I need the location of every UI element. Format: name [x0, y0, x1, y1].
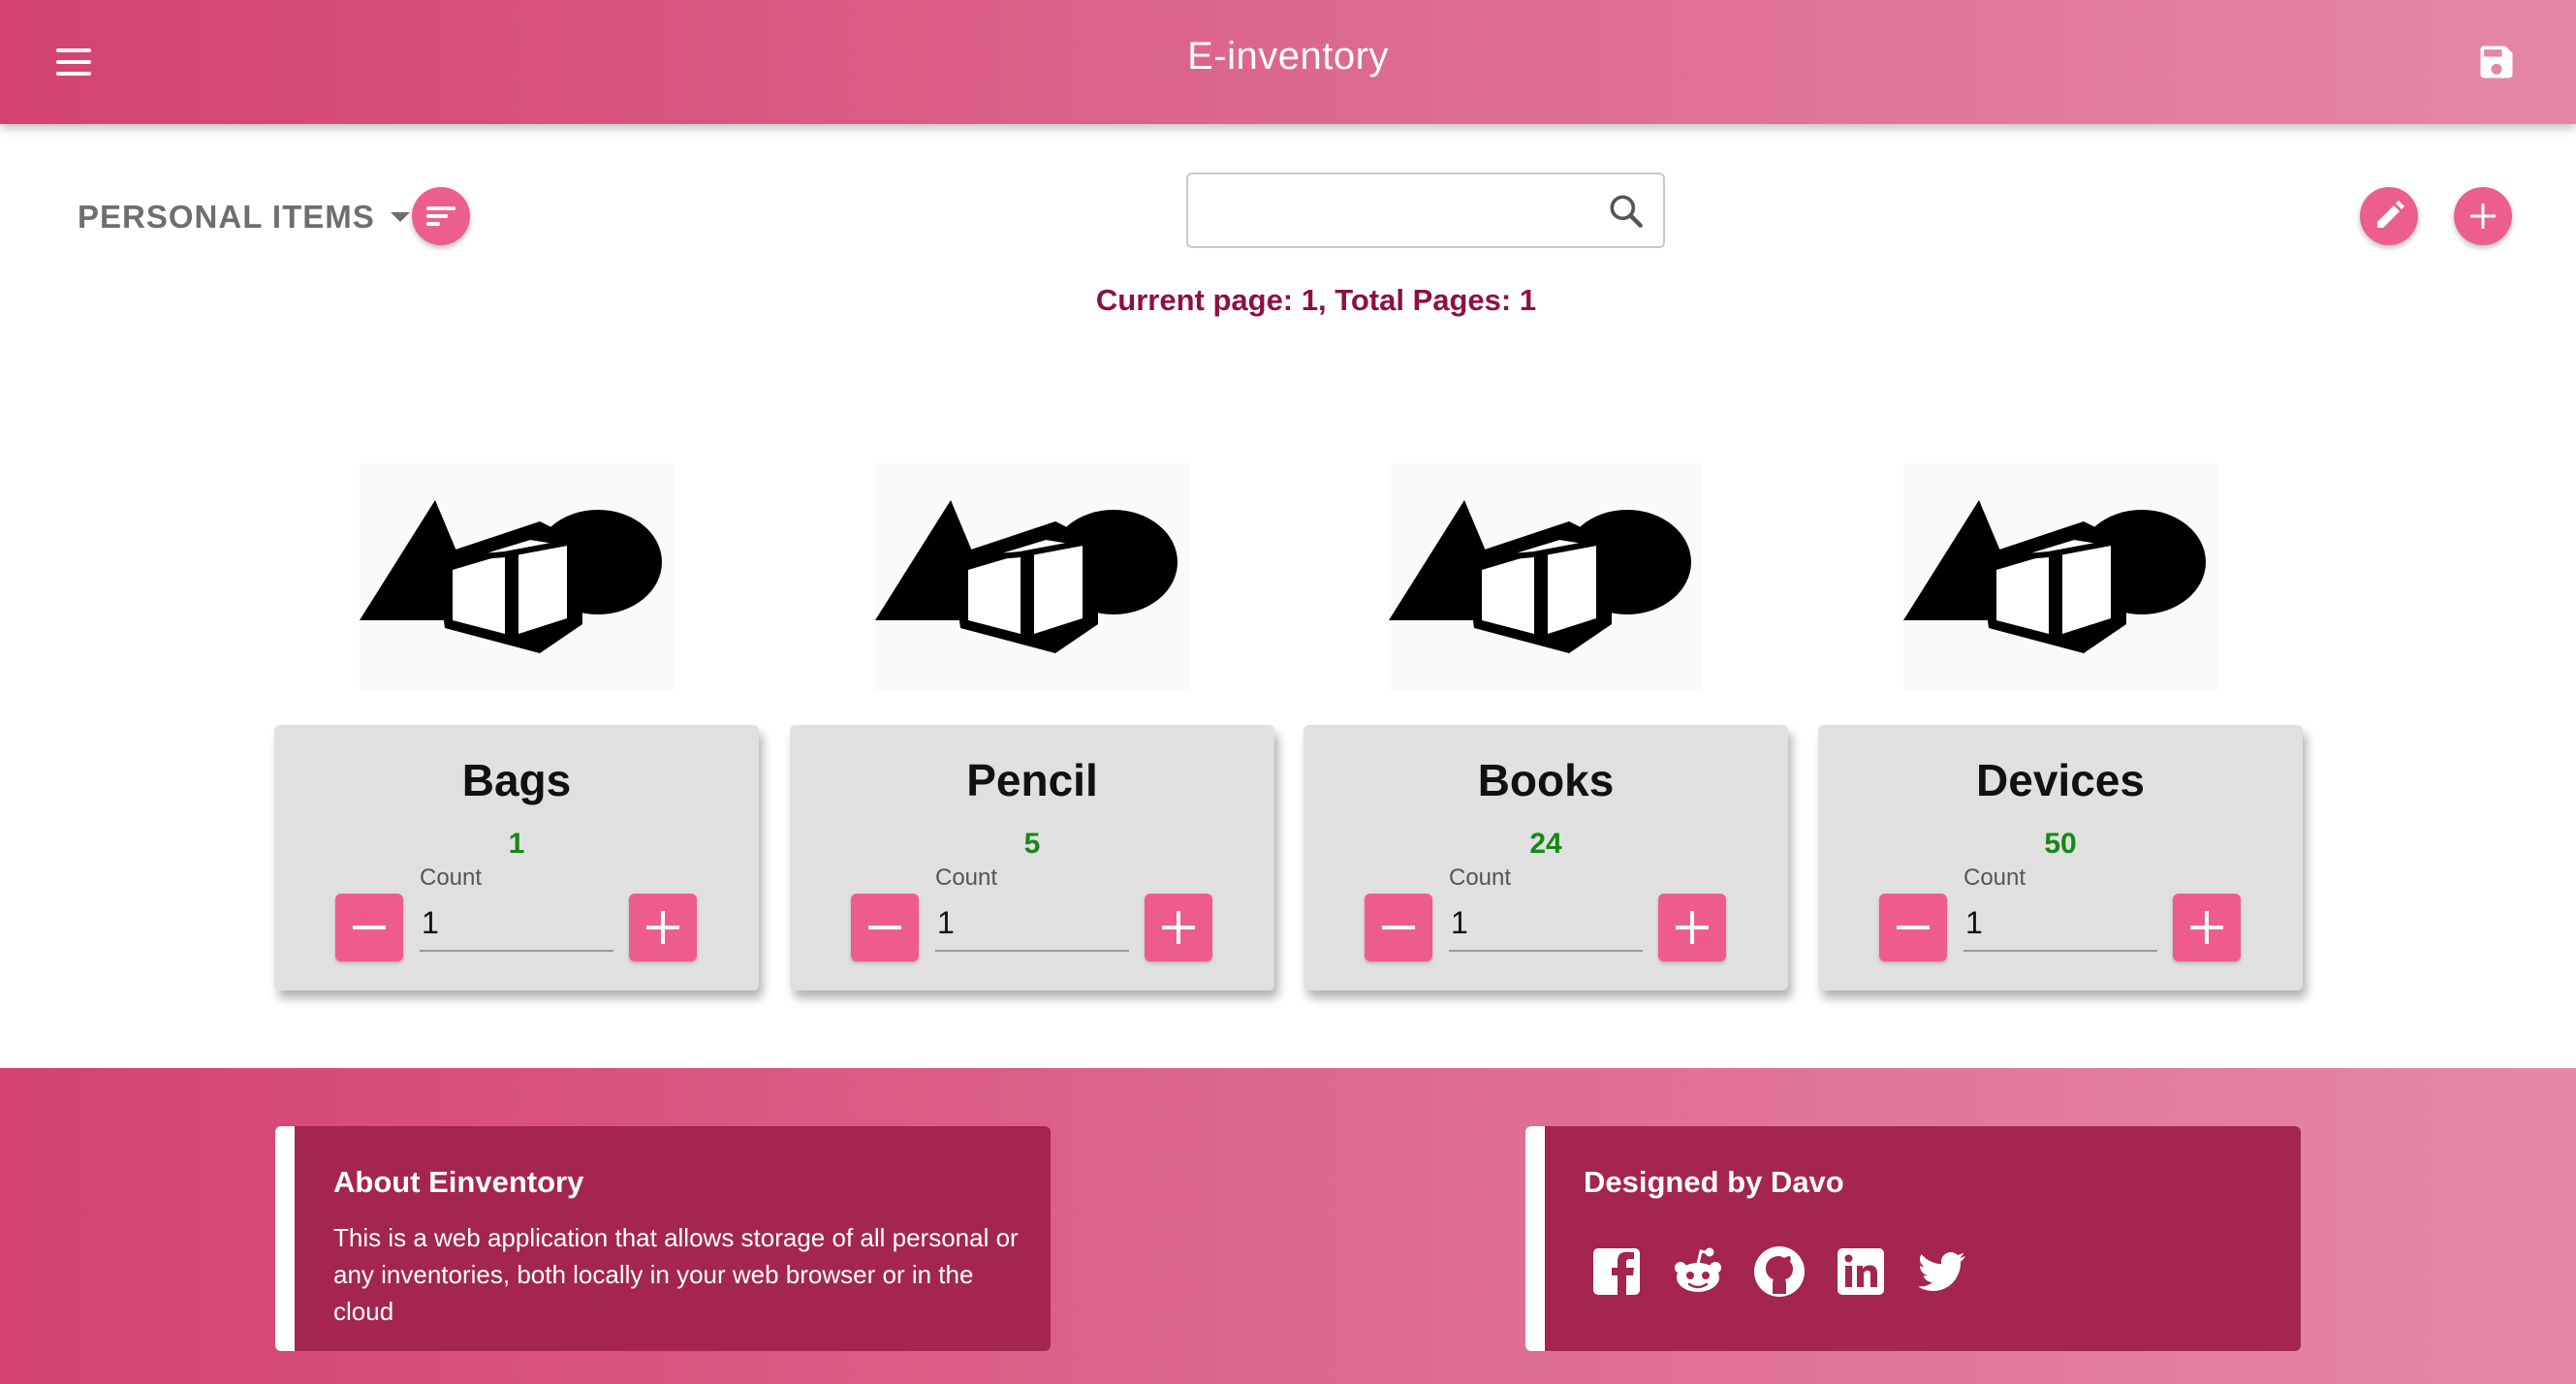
sort-icon — [426, 206, 456, 226]
item-name: Devices — [1976, 755, 2145, 805]
decrement-button[interactable] — [1879, 894, 1947, 961]
count-input[interactable] — [935, 896, 1129, 952]
count-input[interactable] — [1963, 896, 2157, 952]
count-label: Count — [1449, 865, 1512, 891]
item-total: 5 — [1023, 828, 1041, 860]
item-card: Books 24 Count — [1304, 463, 1788, 991]
page-info: Current page: 1, Total Pages: 1 — [1095, 283, 1537, 317]
designer-card: Designed by Davo — [1525, 1126, 2301, 1351]
item-name: Pencil — [966, 755, 1098, 805]
item-details: Pencil 5 Count — [790, 725, 1274, 991]
about-title: About Einventory — [333, 1165, 584, 1199]
item-details: Books 24 Count — [1304, 725, 1788, 991]
item-total: 50 — [2044, 828, 2077, 860]
minus-icon — [1897, 926, 1930, 929]
app-title: E-inventory — [1187, 35, 1389, 78]
increment-button[interactable] — [2173, 894, 2241, 961]
category-dropdown[interactable]: PERSONAL ITEMS — [78, 194, 410, 240]
minus-icon — [868, 926, 901, 929]
minus-icon — [1382, 926, 1415, 929]
shapes-icon — [360, 500, 662, 653]
social-links — [1587, 1242, 1971, 1301]
sort-button[interactable] — [412, 187, 470, 245]
plus-icon — [2190, 911, 2223, 944]
item-card: Devices 50 Count — [1818, 463, 2303, 991]
footer: About Einventory This is a web applicati… — [0, 1068, 2576, 1384]
save-icon[interactable] — [2475, 41, 2518, 83]
increment-button[interactable] — [1658, 894, 1726, 961]
count-input[interactable] — [420, 896, 613, 952]
search-field — [1186, 173, 1665, 248]
reddit-icon[interactable] — [1669, 1242, 1727, 1301]
search-input[interactable] — [1202, 186, 1593, 236]
shapes-icon — [1903, 500, 2206, 653]
twitter-icon[interactable] — [1913, 1242, 1971, 1301]
add-item-button[interactable] — [2454, 187, 2512, 245]
decrement-button[interactable] — [1365, 894, 1432, 961]
shapes-icon — [1389, 500, 1691, 653]
item-image — [1389, 463, 1703, 690]
item-card: Bags 1 Count — [274, 463, 759, 991]
designer-credit: Designed by Davo — [1584, 1165, 1844, 1199]
item-details: Devices 50 Count — [1818, 725, 2303, 991]
count-label: Count — [420, 865, 483, 891]
linkedin-icon[interactable] — [1832, 1242, 1890, 1301]
decrement-button[interactable] — [851, 894, 919, 961]
count-input[interactable] — [1449, 896, 1643, 952]
about-card: About Einventory This is a web applicati… — [275, 1126, 1051, 1351]
app-bar: E-inventory — [0, 0, 2576, 124]
item-name: Books — [1477, 755, 1615, 805]
caret-down-icon — [390, 212, 410, 222]
github-icon[interactable] — [1750, 1242, 1808, 1301]
increment-button[interactable] — [1145, 894, 1212, 961]
about-text: This is a web application that allows st… — [333, 1223, 1019, 1326]
decrement-button[interactable] — [335, 894, 403, 961]
facebook-icon[interactable] — [1587, 1242, 1646, 1301]
item-details: Bags 1 Count — [274, 725, 759, 991]
minus-icon — [353, 926, 386, 929]
plus-icon — [1676, 911, 1709, 944]
search-icon[interactable] — [1605, 190, 1648, 233]
count-label: Count — [935, 865, 998, 891]
edit-button[interactable] — [2360, 187, 2418, 245]
plus-icon — [646, 911, 679, 944]
category-label: PERSONAL ITEMS — [78, 199, 375, 235]
item-image — [360, 463, 674, 690]
item-image — [1903, 463, 2217, 690]
plus-icon — [1162, 911, 1195, 944]
count-label: Count — [1963, 865, 2026, 891]
item-total: 1 — [508, 828, 525, 860]
plus-icon — [2470, 204, 2496, 229]
shapes-icon — [875, 500, 1178, 653]
item-name: Bags — [461, 755, 572, 805]
item-total: 24 — [1529, 828, 1562, 860]
pencil-icon — [2377, 201, 2404, 228]
item-card: Pencil 5 Count — [790, 463, 1274, 991]
item-image — [875, 463, 1189, 690]
increment-button[interactable] — [629, 894, 697, 961]
